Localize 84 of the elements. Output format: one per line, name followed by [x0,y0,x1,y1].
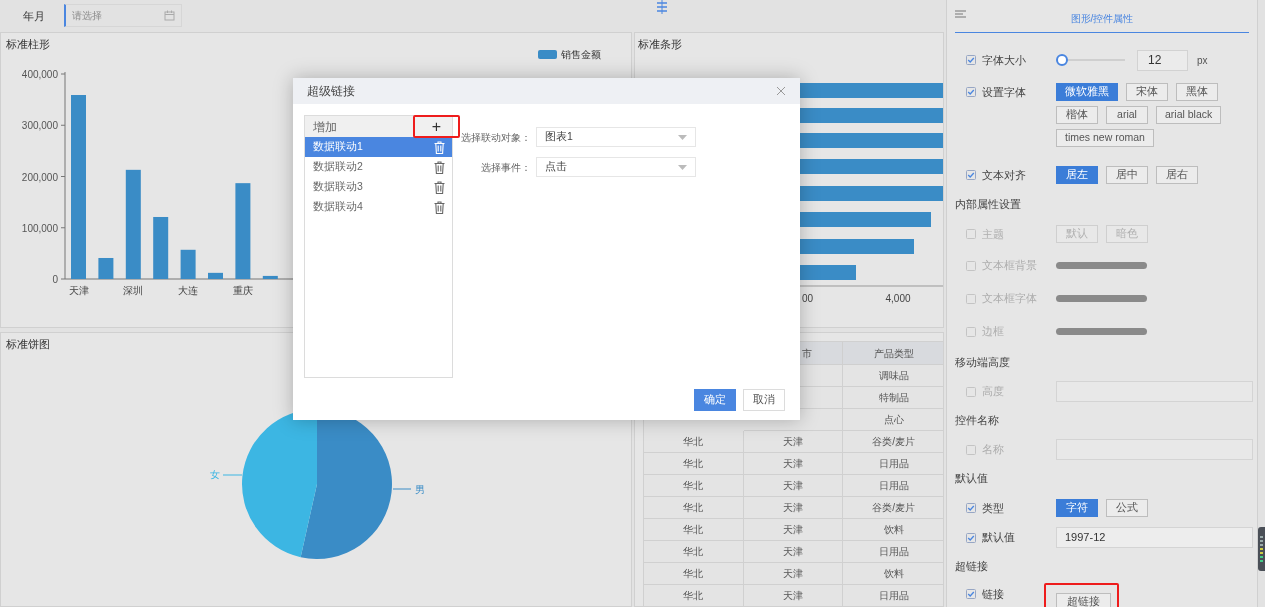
section-label: 控件名称 [955,413,999,429]
axis-label: 200,000 [21,171,58,183]
checkbox[interactable] [966,87,976,97]
section-label: 默认值 [955,471,988,487]
section-label: 内部属性设置 [955,197,1021,213]
checkbox[interactable] [966,503,976,513]
checkbox[interactable] [966,170,976,180]
slice-label: 男 [415,484,425,495]
add-button[interactable]: + [429,118,444,135]
panel-title: 图形/控件属性 [1070,12,1134,26]
table-cell: 天津 [743,585,844,606]
leader-line [222,474,243,476]
leader-line [392,488,412,490]
option-button[interactable]: 居中 [1106,166,1148,184]
legend-label: 销售金额 [561,50,601,60]
calendar-icon [164,9,175,21]
section-label: 超链接 [955,559,988,575]
option-button[interactable]: 黑体 [1176,83,1218,101]
axis-label: 00 [802,293,814,304]
checkbox[interactable] [966,589,976,599]
axis-label: 大连 [178,285,199,296]
option-button[interactable]: arial black [1156,106,1222,124]
axis-label: 4,000 [885,293,911,304]
option-button[interactable]: 字符 [1056,499,1098,517]
confirm-button[interactable]: 确定 [694,389,736,411]
menu-icon[interactable] [955,10,966,18]
option-button[interactable]: arial [1106,106,1148,124]
option-button[interactable]: 居右 [1156,166,1198,184]
hyperlink-button[interactable]: 超链接 [1056,592,1111,607]
filter-label: 年月 [23,10,45,22]
trash-icon[interactable] [434,180,445,194]
option-button[interactable]: 微软雅黑 [1056,83,1118,101]
number-field[interactable]: 12 [1137,49,1188,71]
field-label: 链接 [982,586,1004,602]
dropdown[interactable]: 点击 [536,157,696,177]
axis-label: 300,000 [21,120,58,132]
chart-title: 标准条形 [637,37,683,50]
splitter-icon[interactable] [656,0,668,14]
axis-label: 100,000 [21,222,58,234]
option-button[interactable]: 公式 [1106,499,1148,517]
table-cell: 日用品 [843,585,943,606]
field-label: 文本对齐 [982,167,1026,183]
dropdown[interactable]: 图表1 [536,127,696,147]
option-button[interactable]: times new roman [1056,129,1154,147]
cancel-button[interactable]: 取消 [743,389,785,411]
unit-label: px [1197,53,1208,68]
field-label: 字体大小 [982,52,1026,68]
axis-label: 天津 [68,285,89,296]
field-label: 默认值 [982,530,1015,546]
chart-title: 标准饼图 [5,337,51,350]
list-item[interactable]: 数据联动3 [305,177,452,197]
trash-icon[interactable] [434,160,445,174]
field-label: 设置字体 [982,84,1026,100]
slice-label: 女 [210,469,220,480]
color-bar[interactable] [1056,262,1147,269]
list-item[interactable]: 数据联动1 [305,137,452,157]
table-cell: 华北 [644,585,744,606]
color-bar[interactable] [1056,295,1147,302]
option-button[interactable]: 楷体 [1056,106,1098,124]
option-button[interactable]: 宋体 [1126,83,1168,101]
field-label: 类型 [982,500,1004,516]
slider[interactable] [1056,54,1125,66]
dialog-title: 超级链接 [307,83,355,100]
axis-label: 0 [52,274,58,285]
caret-icon [678,164,687,170]
axis-label: 400,000 [21,69,58,80]
option-button[interactable]: 居左 [1056,166,1098,184]
list-item[interactable]: 数据联动4 [305,197,452,217]
color-bar[interactable] [1056,328,1147,335]
list-item[interactable]: 数据联动2 [305,157,452,177]
trash-icon[interactable] [434,200,445,214]
field-label: 选择联动对象： [460,130,531,145]
input-field[interactable]: 1997-12 [1056,527,1253,548]
section-label: 移动端高度 [955,355,1010,371]
axis-label: 重庆 [232,285,253,296]
checkbox[interactable] [966,532,976,543]
checkbox[interactable] [966,55,976,65]
close-icon[interactable] [776,86,786,96]
chart-title: 标准柱形 [5,37,51,50]
list-header: 增加 [313,118,337,136]
axis-label: 深圳 [123,285,144,296]
scroll-handle[interactable] [1258,527,1265,571]
field-label: 选择事件： [480,160,531,175]
caret-icon [678,134,687,140]
